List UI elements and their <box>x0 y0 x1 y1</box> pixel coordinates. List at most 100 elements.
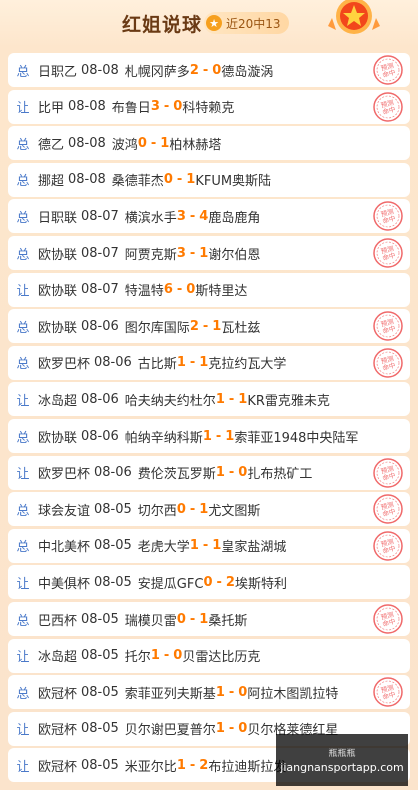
list-item[interactable]: 总中北美杯 08-05 老虎大学 1-1 皇家盐湖城 预测 命中 <box>8 528 410 563</box>
bet-type-label: 让 <box>16 650 30 666</box>
match-date: 08-08 <box>68 135 106 151</box>
bet-type-label: 总 <box>16 613 30 629</box>
score-dash: - <box>189 757 196 773</box>
match-date: 08-05 <box>94 574 132 590</box>
away-score: 1 <box>160 135 170 151</box>
match-date: 08-08 <box>81 62 119 78</box>
match-date: 08-07 <box>81 245 119 261</box>
bet-type-label: 让 <box>16 759 30 775</box>
home-team: 索菲亚列夫斯基 <box>124 686 216 702</box>
away-score: 1 <box>186 172 196 188</box>
hit-stamp-icon: 预测命中 <box>373 677 403 707</box>
home-team: 特温特 <box>124 284 164 300</box>
match-date: 08-08 <box>68 172 106 188</box>
home-team: 切尔西 <box>137 503 177 519</box>
away-score: 1 <box>199 611 209 627</box>
home-score: 2 <box>189 318 199 334</box>
away-score: 0 <box>173 99 183 115</box>
hit-stamp-icon: 预测命中 <box>373 201 403 232</box>
home-team: 札幌冈萨多 <box>124 64 190 80</box>
home-team: 布鲁日 <box>111 101 151 117</box>
league-name: 冰岛超 <box>38 393 78 409</box>
match-date: 08-05 <box>81 648 119 664</box>
list-item[interactable]: 让冰岛超 08-05 托尔 1-0 贝雷达比历克 <box>8 638 410 673</box>
list-item[interactable]: 让冰岛超 08-06 哈夫纳夫约杜尔 1-1 KR雷克雅未克 <box>8 382 410 417</box>
league-name: 比甲 <box>38 101 65 117</box>
away-team: 科特赖克 <box>182 101 235 117</box>
away-team: 德岛漩涡 <box>221 64 274 80</box>
bet-type-label: 总 <box>16 430 30 446</box>
away-team: 索菲亚1948中央陆军 <box>234 430 359 446</box>
league-name: 球会友谊 <box>38 503 91 519</box>
league-name: 欧协联 <box>38 284 78 300</box>
match-date: 08-07 <box>81 208 119 224</box>
list-item[interactable]: 让欧协联 08-07 特温特 6-0 斯特里达 <box>8 272 410 307</box>
list-item[interactable]: 总欧冠杯 08-05 索菲亚列夫斯基 1-0 阿拉木图凯拉特 预测 命中 <box>8 675 410 710</box>
away-team: 皇家盐湖城 <box>221 540 287 556</box>
home-score: 1 <box>176 757 186 773</box>
score-dash: - <box>202 318 209 334</box>
league-name: 欧协联 <box>38 247 78 263</box>
match-date: 08-07 <box>81 282 119 298</box>
list-item[interactable]: 总球会友谊 08-05 切尔西 0-1 尤文图斯 预测 命中 <box>8 492 410 527</box>
list-item[interactable]: 总日职乙 08-08 札幌冈萨多 2-0 德岛漩涡 预测 命中 <box>8 53 410 87</box>
match-date: 08-06 <box>81 318 119 334</box>
home-score: 0 <box>137 135 147 151</box>
star-icon: ★ <box>206 15 222 31</box>
home-score: 2 <box>189 62 199 78</box>
list-item[interactable]: 总日职联 08-07 横滨水手 3-4 鹿岛鹿角 预测 命中 <box>8 199 410 234</box>
list-item[interactable]: 总挪超 08-08 桑德菲杰 0-1 KFUM奥斯陆 <box>8 162 410 197</box>
list-item[interactable]: 让中美俱杯 08-05 安提瓜GFC 0-2 埃斯特利 <box>8 565 410 600</box>
list-item[interactable]: 总德乙 08-08 波鸿 0-1 柏林赫塔 <box>8 126 410 161</box>
away-score: 1 <box>212 318 222 334</box>
away-score: 4 <box>199 208 209 224</box>
hit-stamp-icon: 预测命中 <box>373 55 403 85</box>
bet-type-label: 让 <box>16 284 30 300</box>
away-team: 桑托斯 <box>208 613 248 629</box>
home-team: 桑德菲杰 <box>111 174 164 190</box>
away-team: 克拉约瓦大学 <box>208 357 287 373</box>
home-team: 费伦茨瓦罗斯 <box>137 467 216 483</box>
home-score: 0 <box>203 574 213 590</box>
home-score: 6 <box>163 282 173 298</box>
home-score: 0 <box>176 611 186 627</box>
hit-stamp-icon: 预测命中 <box>373 348 403 378</box>
home-team: 安提瓜GFC <box>137 576 204 592</box>
away-team: 贝雷达比历克 <box>182 650 261 666</box>
home-score: 1 <box>202 428 212 444</box>
list-item[interactable]: 总欧协联 08-06 图尔库国际 2-1 瓦杜兹 预测 命中 <box>8 309 410 344</box>
away-score: 0 <box>238 721 248 737</box>
hit-stamp-icon: 预测命中 <box>373 91 403 122</box>
away-team: 柏林赫塔 <box>169 137 222 153</box>
away-score: 0 <box>238 684 248 700</box>
score-dash: - <box>176 172 183 188</box>
away-score: 1 <box>199 501 209 517</box>
away-score: 1 <box>199 245 209 261</box>
away-score: 1 <box>212 538 222 554</box>
score-dash: - <box>228 465 235 481</box>
score-dash: - <box>163 99 170 115</box>
score-dash: - <box>150 135 157 151</box>
home-team: 古比斯 <box>137 357 177 373</box>
list-item[interactable]: 总欧协联 08-06 帕纳辛纳科斯 1-1 索菲亚1948中央陆军 <box>8 419 410 453</box>
match-date: 08-06 <box>94 355 132 371</box>
away-score: 1 <box>225 428 235 444</box>
list-item[interactable]: 总欧罗巴杯 08-06 古比斯 1-1 克拉约瓦大学 预测 命中 <box>8 345 410 380</box>
home-score: 1 <box>150 648 160 664</box>
list-item[interactable]: 让欧罗巴杯 08-06 费伦茨瓦罗斯 1-0 扎布热矿工 预测 命中 <box>8 455 410 490</box>
bet-type-label: 总 <box>16 210 30 226</box>
league-name: 中美俱杯 <box>38 576 91 592</box>
bet-type-label: 总 <box>16 174 30 190</box>
list-item[interactable]: 总欧协联 08-07 阿贾克斯 3-1 谢尔伯恩 预测 命中 <box>8 236 410 270</box>
score-dash: - <box>228 684 235 700</box>
list-item[interactable]: 总巴西杯 08-05 瑞模贝雷 0-1 桑托斯 预测 命中 <box>8 602 410 636</box>
home-score: 0 <box>176 501 186 517</box>
bet-type-label: 总 <box>16 64 30 80</box>
away-score: 0 <box>173 648 183 664</box>
league-name: 日职乙 <box>38 64 78 80</box>
home-score: 3 <box>150 99 160 115</box>
list-item[interactable]: 让比甲 08-08 布鲁日 3-0 科特赖克 预测 命中 <box>8 89 410 124</box>
home-team: 图尔库国际 <box>124 320 190 336</box>
league-name: 德乙 <box>38 137 65 153</box>
league-name: 挪超 <box>38 174 65 190</box>
